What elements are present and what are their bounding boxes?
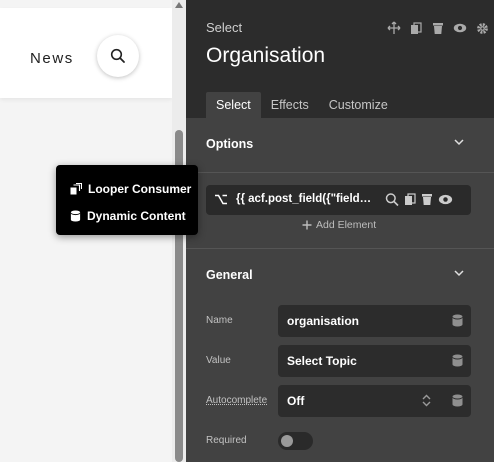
delete-icon[interactable] bbox=[430, 20, 446, 36]
popup-item-looper-consumer[interactable]: Looper Consumer bbox=[70, 175, 198, 202]
dynamic-query-field[interactable]: {{ acf.post_field({"field":"organisation… bbox=[206, 185, 471, 215]
dynamic-query-text: {{ acf.post_field({"field":"organisation… bbox=[236, 193, 372, 205]
dynamic-data-popup: Looper Consumer Dynamic Content bbox=[56, 165, 198, 235]
option-key-icon bbox=[215, 194, 227, 205]
popup-item-label: Dynamic Content bbox=[87, 208, 186, 223]
value-field[interactable]: Select Topic bbox=[278, 345, 471, 377]
search-icon bbox=[110, 48, 125, 63]
name-field-value: organisation bbox=[287, 314, 360, 328]
visibility-icon[interactable] bbox=[452, 20, 468, 36]
tab-effects[interactable]: Effects bbox=[261, 92, 319, 118]
add-element-button[interactable]: Add Element bbox=[302, 219, 376, 231]
options-section-header[interactable]: Options bbox=[186, 118, 494, 170]
required-toggle[interactable] bbox=[278, 432, 313, 450]
chevron-down-icon[interactable] bbox=[454, 139, 464, 146]
duplicate-icon[interactable] bbox=[404, 192, 416, 207]
database-icon[interactable] bbox=[452, 314, 463, 327]
nav-item-news[interactable]: News bbox=[30, 50, 74, 67]
add-element-label: Add Element bbox=[316, 219, 377, 231]
delete-icon[interactable] bbox=[421, 192, 433, 207]
dynamic-query-actions bbox=[385, 192, 453, 207]
general-section-title: General bbox=[206, 268, 253, 282]
database-icon bbox=[70, 209, 81, 222]
site-header: News bbox=[0, 8, 172, 98]
section-divider bbox=[186, 172, 494, 173]
scroll-up-arrow-icon[interactable] bbox=[175, 2, 183, 8]
toggle-knob bbox=[281, 435, 293, 447]
popup-item-label: Looper Consumer bbox=[88, 181, 192, 196]
popup-item-dynamic-content[interactable]: Dynamic Content bbox=[70, 202, 198, 229]
search-button[interactable] bbox=[97, 35, 139, 77]
panel-tabs: Select Effects Customize bbox=[206, 92, 398, 118]
settings-icon[interactable] bbox=[474, 20, 490, 36]
updown-arrows-icon bbox=[422, 394, 431, 407]
looper-consumer-icon bbox=[70, 182, 82, 194]
search-icon[interactable] bbox=[385, 192, 399, 207]
required-field-label: Required bbox=[206, 435, 247, 446]
general-section-header[interactable]: General bbox=[186, 249, 494, 301]
name-field[interactable]: organisation bbox=[278, 305, 471, 337]
options-section-title: Options bbox=[206, 137, 254, 151]
header-actions bbox=[386, 20, 490, 36]
autocomplete-select[interactable]: Off bbox=[278, 385, 471, 417]
panel-header: Select Organisation Select Effects Custo… bbox=[186, 0, 494, 118]
value-field-value: Select Topic bbox=[287, 354, 357, 368]
duplicate-icon[interactable] bbox=[408, 20, 424, 36]
element-type-label: Select bbox=[206, 20, 243, 35]
plus-icon bbox=[302, 220, 312, 230]
element-settings-panel: Select Organisation Select Effects Custo… bbox=[186, 0, 494, 462]
database-icon[interactable] bbox=[452, 354, 463, 367]
move-icon[interactable] bbox=[386, 20, 402, 36]
tab-customize[interactable]: Customize bbox=[319, 92, 398, 118]
chevron-down-icon[interactable] bbox=[454, 270, 464, 277]
value-field-label: Value bbox=[206, 355, 231, 366]
database-icon[interactable] bbox=[452, 394, 463, 407]
visibility-icon[interactable] bbox=[438, 192, 453, 207]
autocomplete-field-label: Autocomplete bbox=[206, 395, 268, 406]
autocomplete-select-value: Off bbox=[287, 394, 305, 408]
tab-select[interactable]: Select bbox=[206, 92, 261, 118]
element-title[interactable]: Organisation bbox=[206, 44, 325, 68]
name-field-label: Name bbox=[206, 315, 233, 326]
